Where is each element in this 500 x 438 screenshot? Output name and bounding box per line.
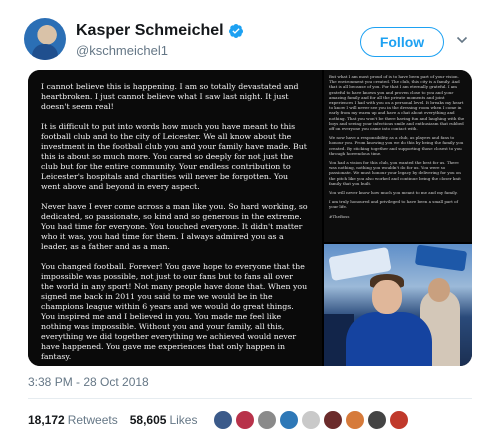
letter-paragraph: We now have a responsibility as a club, … bbox=[329, 135, 464, 156]
letter-paragraph: I cannot believe this is happening. I am… bbox=[41, 82, 299, 111]
liker-avatar[interactable] bbox=[235, 410, 256, 430]
likes-count: 58,605 bbox=[129, 413, 167, 427]
letter-paragraph: You will never know how much you meant t… bbox=[329, 190, 458, 196]
tweet-timestamp[interactable]: 3:38 PM - 28 Oct 2018 bbox=[28, 375, 149, 389]
media-right-column: But what I am most proud of is to have b… bbox=[324, 70, 472, 366]
chevron-down-icon[interactable] bbox=[456, 34, 468, 46]
user-handle[interactable]: @kschmeichel1 bbox=[76, 43, 168, 58]
avatar[interactable] bbox=[24, 18, 66, 60]
verified-badge-icon bbox=[228, 24, 243, 38]
tweet-media[interactable]: I cannot believe this is happening. I am… bbox=[28, 70, 472, 366]
liker-avatars bbox=[213, 410, 411, 430]
name-row: Kasper Schmeichel bbox=[76, 22, 244, 40]
retweets-count: 18,172 bbox=[28, 413, 65, 427]
liker-avatar[interactable] bbox=[323, 410, 344, 430]
divider bbox=[28, 398, 472, 399]
liker-avatar[interactable] bbox=[389, 410, 410, 430]
tweet-stats: 18,172 Retweets 58,605 Likes bbox=[28, 410, 411, 430]
liker-avatar[interactable] bbox=[345, 410, 366, 430]
retweets-stat[interactable]: 18,172 Retweets bbox=[28, 413, 118, 427]
liker-avatar[interactable] bbox=[279, 410, 300, 430]
letter-hashtag: #TheBoss bbox=[329, 213, 350, 219]
photo-flag bbox=[414, 244, 468, 272]
letter-paragraph: You changed football. Forever! You gave … bbox=[41, 262, 308, 361]
display-name[interactable]: Kasper Schmeichel bbox=[76, 22, 224, 40]
letter-paragraph: Never have I ever come across a man like… bbox=[41, 202, 308, 251]
letter-paragraph: You had a vision for this club, you want… bbox=[329, 160, 461, 186]
likes-stat[interactable]: 58,605 Likes bbox=[130, 413, 198, 427]
liker-avatar[interactable] bbox=[367, 410, 388, 430]
liker-avatar[interactable] bbox=[213, 410, 234, 430]
tweet-header: Kasper Schmeichel @kschmeichel1 Follow bbox=[0, 0, 500, 64]
liker-avatar[interactable] bbox=[257, 410, 278, 430]
photo-person-head bbox=[428, 278, 450, 302]
letter-image-main[interactable]: I cannot believe this is happening. I am… bbox=[28, 70, 322, 366]
letter-paragraph: It is difficult to put into words how mu… bbox=[41, 122, 307, 191]
follow-button[interactable]: Follow bbox=[360, 27, 444, 57]
letter-image-continued[interactable]: But what I am most proud of is to have b… bbox=[324, 70, 472, 242]
letter-paragraph: I am truly honoured and privileged to ha… bbox=[329, 199, 458, 210]
letter-paragraph: But what I am most proud of is to have b… bbox=[329, 74, 465, 132]
liker-avatar[interactable] bbox=[301, 410, 322, 430]
photo-image[interactable] bbox=[324, 244, 472, 366]
retweets-label: Retweets bbox=[67, 413, 118, 427]
photo-person-head bbox=[372, 280, 402, 314]
photo-person bbox=[346, 312, 432, 366]
likes-label: Likes bbox=[169, 413, 198, 427]
